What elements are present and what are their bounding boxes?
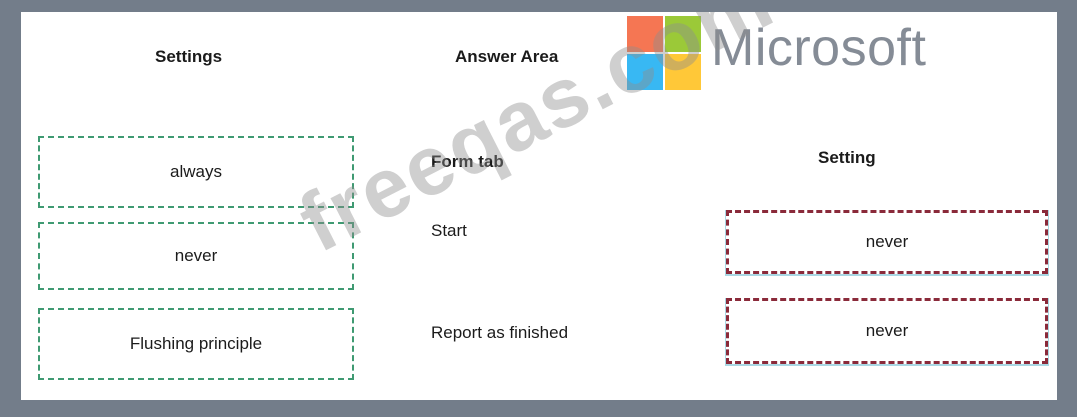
form-tab-label-start: Start	[431, 221, 467, 240]
answer-target-value: never	[865, 232, 909, 251]
setting-option-label: always	[170, 162, 222, 181]
answer-target-report-as-finished[interactable]: never	[726, 298, 1048, 364]
setting-option-label: Flushing principle	[129, 334, 263, 353]
drag-drop-panel: Microsoft Settings Answer Area always ne…	[21, 12, 1057, 400]
settings-heading: Settings	[155, 47, 223, 66]
answer-target-start[interactable]: never	[726, 210, 1048, 274]
setting-option-never[interactable]: never	[38, 222, 354, 290]
answer-target-value: never	[865, 321, 909, 340]
setting-option-flushing-principle[interactable]: Flushing principle	[38, 308, 354, 380]
setting-column-heading: Setting	[818, 148, 876, 167]
setting-option-label: never	[174, 246, 218, 265]
form-tab-label-report-as-finished: Report as finished	[431, 323, 569, 342]
